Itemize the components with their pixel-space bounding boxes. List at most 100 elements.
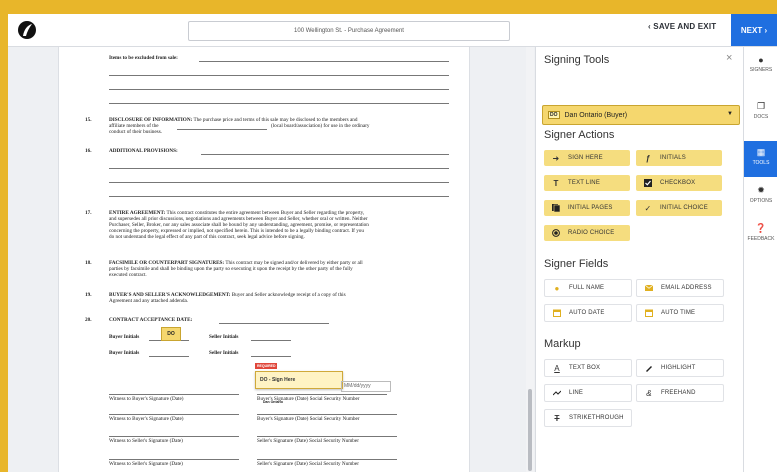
field-email-address-label: EMAIL ADDRESS [661, 285, 712, 291]
highlighter-icon [645, 364, 653, 372]
witness-buyer-label-1: Witness to Buyer's Signature (Date) [109, 396, 184, 402]
section-19-number: 19. [85, 292, 92, 298]
markup-line[interactable]: LINE [544, 384, 632, 402]
buyer-initials-label-2: Buyer Initials [109, 350, 140, 356]
tool-initials[interactable]: ƒ INITIALS [636, 150, 722, 166]
signer-select-value: Dan Ontario (Buyer) [564, 111, 628, 119]
tool-sign-here-label: SIGN HERE [568, 155, 603, 161]
rail-signers-label: SIGNERS [749, 67, 773, 73]
field-email-address[interactable]: EMAIL ADDRESS [636, 279, 724, 297]
line-icon [553, 389, 561, 397]
sign-here-field[interactable]: DO - Sign Here [255, 371, 343, 389]
seller-initials-label-2: Seller Initials [209, 350, 239, 356]
rail-options-label: OPTIONS [749, 198, 773, 204]
field-full-name[interactable]: ● FULL NAME [544, 279, 632, 297]
arrow-right-icon: ➜ [552, 153, 560, 163]
tool-sign-here[interactable]: ➜ SIGN HERE [544, 150, 630, 166]
initials-chip: DO [167, 331, 175, 337]
markup-heading: Markup [544, 338, 581, 350]
section-18-number: 18. [85, 260, 92, 266]
gear-icon: ✹ [757, 185, 765, 195]
right-rail: ● SIGNERS ❐ DOCS ▦ TOOLS ✹ OPTIONS ❓ FEEDBACK [743, 47, 777, 472]
tool-radio-choice-label: RADIO CHOICE [568, 230, 615, 236]
check-icon: ✓ [644, 203, 652, 213]
tool-initial-choice-label: INITIAL CHOICE [660, 205, 708, 211]
rail-feedback[interactable]: ❓ FEEDBACK [744, 217, 777, 253]
rail-tools-label: TOOLS [752, 160, 770, 166]
seller-signature-label-2: Seller's Signature (Date) Social Securit… [257, 461, 359, 467]
markup-line-label: LINE [569, 390, 584, 396]
tool-checkbox[interactable]: CHECKBOX [636, 175, 722, 191]
initials-icon: ƒ [645, 153, 651, 163]
clock-icon [645, 309, 653, 317]
strikethrough-icon: T [554, 413, 560, 423]
rail-docs[interactable]: ❐ DOCS [744, 95, 777, 131]
rail-docs-label: DOCS [753, 114, 769, 120]
tool-initials-label: INITIALS [660, 155, 686, 161]
markup-strikethrough[interactable]: T STRIKETHROUGH [544, 409, 632, 427]
section-20-number: 20. [85, 317, 92, 323]
field-full-name-label: FULL NAME [569, 285, 605, 291]
section-18-line-3: executed contract. [109, 272, 147, 278]
chevron-right-icon: › [762, 25, 768, 35]
top-bar: 100 Wellington St. - Purchase Agreement … [8, 14, 777, 47]
witness-seller-label-2: Witness to Seller's Signature (Date) [109, 461, 183, 467]
seller-signature-label-1: Seller's Signature (Date) Social Securit… [257, 438, 359, 444]
person-icon: ● [758, 55, 764, 65]
next-label: NEXT [740, 25, 763, 35]
buyer-signature-label-2: Buyer's Signature (Date) Social Security… [257, 416, 360, 422]
section-15-number: 15. [85, 117, 92, 123]
section-20-title: CONTRACT ACCEPTANCE DATE: [109, 317, 193, 323]
panel-title: Signing Tools [544, 54, 610, 66]
field-auto-date-label: AUTO DATE [569, 310, 605, 316]
rail-signers[interactable]: ● SIGNERS [744, 49, 777, 85]
rail-tools[interactable]: ▦ TOOLS [744, 141, 777, 177]
document-viewer[interactable]: Items to be excluded from sale: 15. DISC… [8, 47, 535, 472]
pages-icon [552, 204, 560, 212]
field-auto-date[interactable]: AUTO DATE [544, 304, 632, 322]
logo-icon [18, 21, 36, 39]
tool-text-line-label: TEXT LINE [568, 180, 601, 186]
save-exit-label: SAVE AND EXIT [653, 22, 717, 31]
next-button[interactable]: NEXT › [731, 14, 777, 46]
save-and-exit-button[interactable]: ‹ SAVE AND EXIT [648, 22, 716, 31]
tools-icon: ▦ [756, 147, 766, 157]
section-15-text-3: conduct of their business. [109, 129, 163, 135]
sign-here-label: DO - Sign Here [260, 377, 296, 383]
section-16-number: 16. [85, 148, 92, 154]
docs-icon: ❐ [756, 101, 766, 111]
tool-radio-choice[interactable]: RADIO CHOICE [544, 225, 630, 241]
document-title: 100 Wellington St. - Purchase Agreement [188, 21, 510, 41]
app-logo[interactable] [14, 18, 40, 42]
signer-fields-heading: Signer Fields [544, 258, 609, 270]
excluded-label: Items to be excluded from sale: [109, 55, 178, 61]
tool-text-line[interactable]: T TEXT LINE [544, 175, 630, 191]
signer-select[interactable]: DO Dan Ontario (Buyer) ▼ [542, 105, 740, 125]
close-icon[interactable]: × [726, 52, 732, 64]
radio-icon [552, 229, 560, 237]
field-auto-time[interactable]: AUTO TIME [636, 304, 724, 322]
markup-freehand[interactable]: & FREEHAND [636, 384, 724, 402]
scrollbar-thumb[interactable] [528, 389, 532, 471]
markup-text-box[interactable]: A TEXT BOX [544, 359, 632, 377]
help-icon: ❓ [755, 223, 767, 233]
caret-down-icon: ▼ [727, 111, 733, 117]
app-window: 100 Wellington St. - Purchase Agreement … [8, 14, 777, 472]
checkbox-icon [644, 179, 652, 187]
tool-initial-pages[interactable]: INITIAL PAGES [544, 200, 630, 216]
date-field[interactable]: MM/dd/yyyy [341, 381, 391, 392]
signer-chip: DO [548, 111, 560, 119]
sign-required-tag: REQUIRED [255, 363, 278, 369]
section-17-line-5: do not understand the legal effect of an… [109, 234, 305, 240]
markup-freehand-label: FREEHAND [661, 390, 696, 396]
markup-text-box-label: TEXT BOX [569, 365, 601, 371]
email-icon [645, 284, 653, 292]
rail-options[interactable]: ✹ OPTIONS [744, 179, 777, 215]
dan-ontario-label: Dan Ontario [263, 400, 284, 404]
signing-tools-panel: Signing Tools × DO Dan Ontario (Buyer) ▼… [535, 47, 744, 472]
field-auto-time-label: AUTO TIME [661, 310, 696, 316]
markup-highlight[interactable]: HIGHLIGHT [636, 359, 724, 377]
tool-initial-choice[interactable]: ✓ INITIAL CHOICE [636, 200, 722, 216]
markup-highlight-label: HIGHLIGHT [661, 365, 696, 371]
initials-field[interactable]: DO [161, 327, 181, 341]
